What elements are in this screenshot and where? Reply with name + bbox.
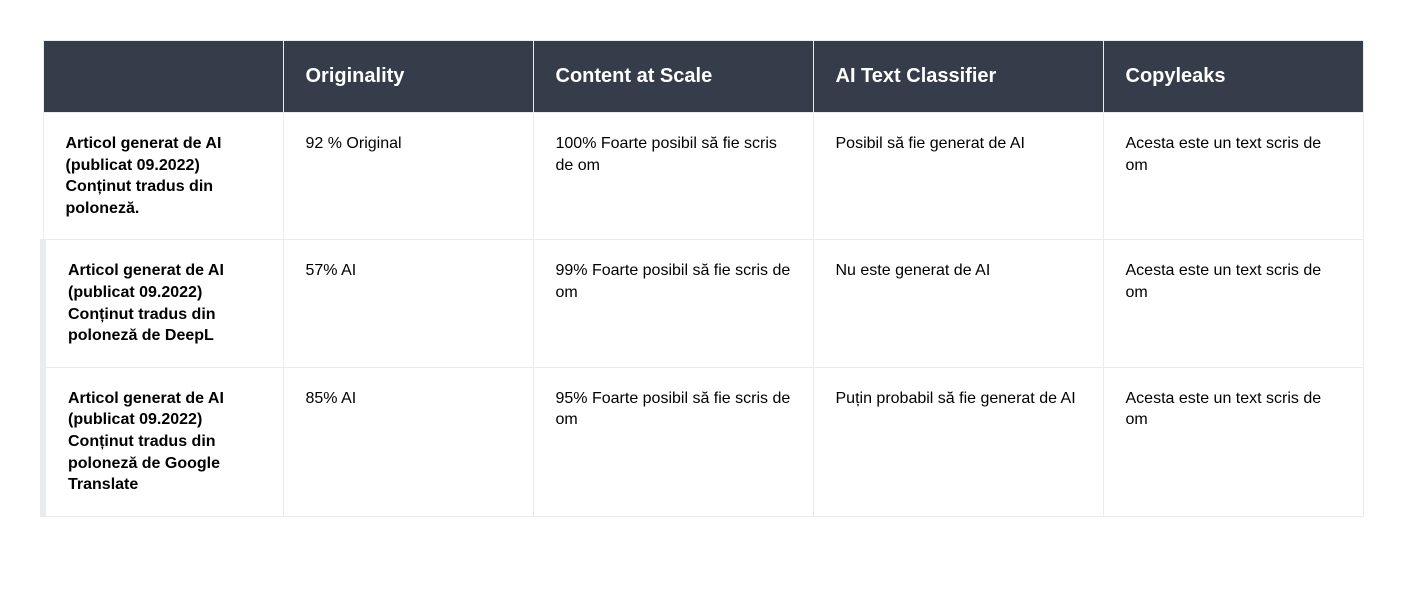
cell-copyleaks: Acesta este un text scris de om xyxy=(1103,367,1363,516)
cell-ai-text-classifier: Nu este generat de AI xyxy=(813,240,1103,367)
column-header-ai-text-classifier: AI Text Classifier xyxy=(813,41,1103,113)
column-header-copyleaks: Copyleaks xyxy=(1103,41,1363,113)
column-header-originality: Originality xyxy=(283,41,533,113)
row-label: Articol generat de AI (publicat 09.2022)… xyxy=(43,113,283,240)
cell-originality: 92 % Original xyxy=(283,113,533,240)
cell-ai-text-classifier: Puțin probabil să fie generat de AI xyxy=(813,367,1103,516)
table-row: Articol generat de AI (publicat 09.2022)… xyxy=(43,240,1363,367)
cell-content-at-scale: 95% Foarte posibil să fie scris de om xyxy=(533,367,813,516)
cell-ai-text-classifier: Posibil să fie generat de AI xyxy=(813,113,1103,240)
comparison-table-wrapper: Originality Content at Scale AI Text Cla… xyxy=(40,40,1361,517)
cell-content-at-scale: 100% Foarte posibil să fie scris de om xyxy=(533,113,813,240)
cell-copyleaks: Acesta este un text scris de om xyxy=(1103,240,1363,367)
cell-originality: 85% AI xyxy=(283,367,533,516)
column-header-content-at-scale: Content at Scale xyxy=(533,41,813,113)
table-row: Articol generat de AI (publicat 09.2022)… xyxy=(43,367,1363,516)
cell-copyleaks: Acesta este un text scris de om xyxy=(1103,113,1363,240)
cell-content-at-scale: 99% Foarte posibil să fie scris de om xyxy=(533,240,813,367)
column-header-empty xyxy=(43,41,283,113)
comparison-table: Originality Content at Scale AI Text Cla… xyxy=(40,40,1364,517)
table-row: Articol generat de AI (publicat 09.2022)… xyxy=(43,113,1363,240)
row-label: Articol generat de AI (publicat 09.2022)… xyxy=(43,367,283,516)
row-label: Articol generat de AI (publicat 09.2022)… xyxy=(43,240,283,367)
table-header-row: Originality Content at Scale AI Text Cla… xyxy=(43,41,1363,113)
cell-originality: 57% AI xyxy=(283,240,533,367)
